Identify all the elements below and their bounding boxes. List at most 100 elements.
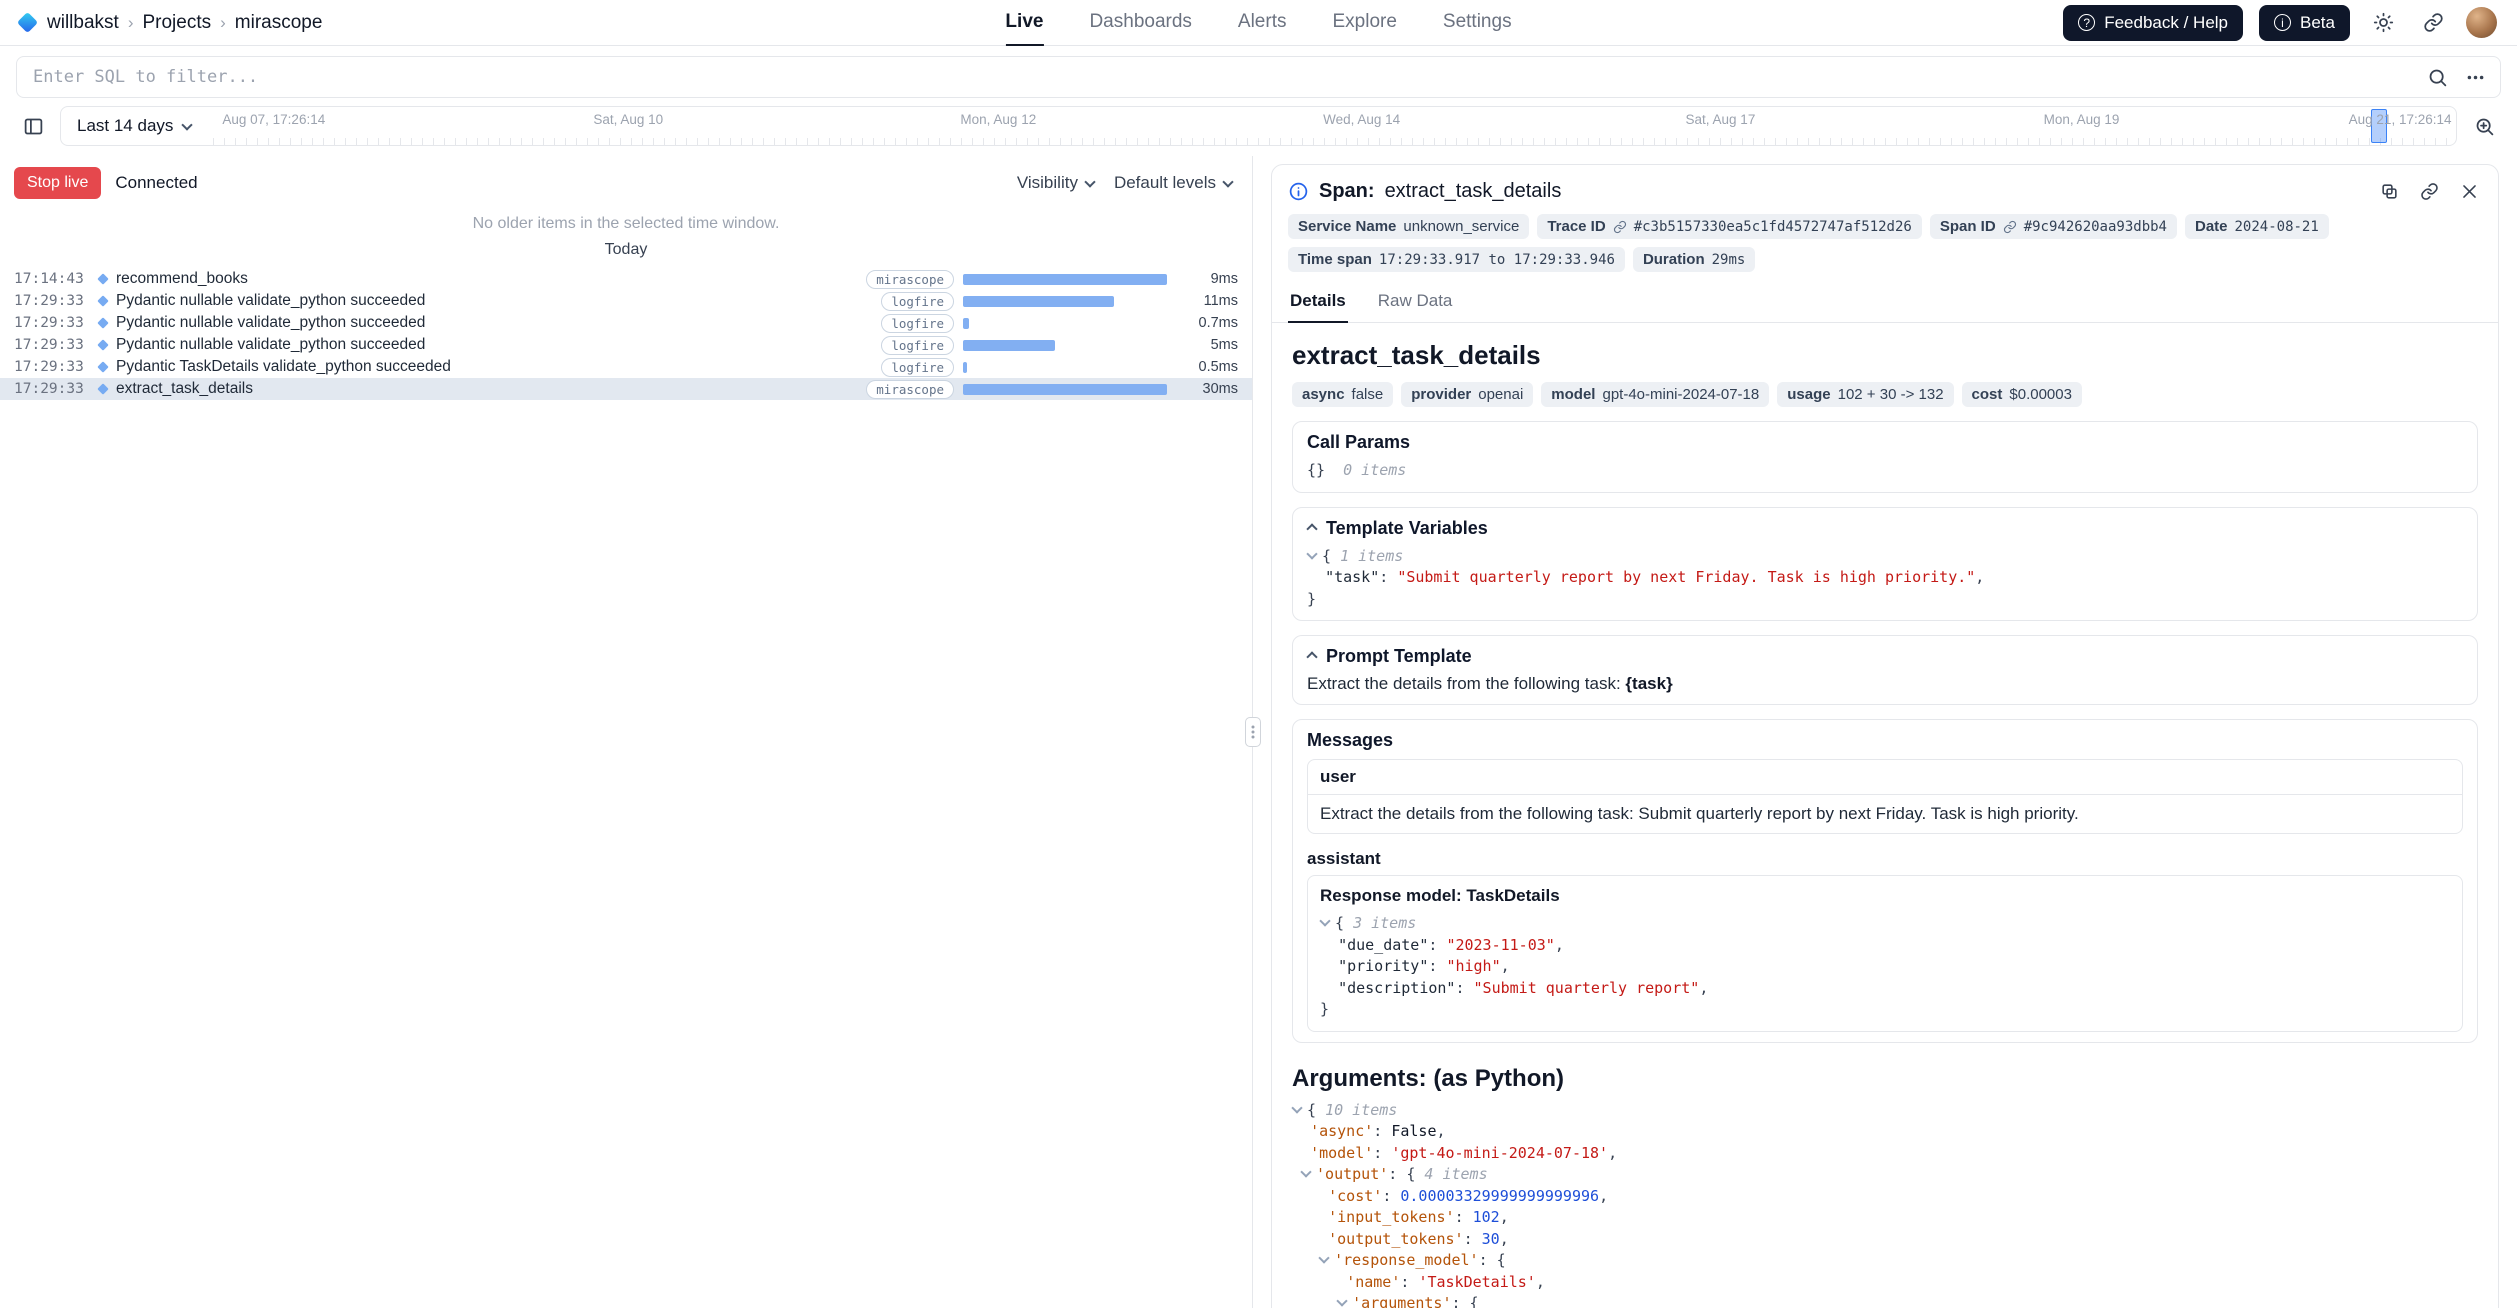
- link-icon: [2423, 12, 2444, 33]
- code-token: :: [1455, 979, 1473, 997]
- close-icon: [2460, 182, 2479, 201]
- share-link-button[interactable]: [2416, 6, 2450, 40]
- trace-row[interactable]: 17:29:33Pydantic nullable validate_pytho…: [0, 290, 1252, 312]
- code-line: "task": "Submit quarterly report by next…: [1307, 567, 2463, 589]
- span-title: extract_task_details: [1385, 180, 1562, 203]
- code-token: : {: [1388, 1165, 1424, 1183]
- row-duration: 0.7ms: [1182, 315, 1238, 331]
- levels-label: Default levels: [1114, 173, 1216, 193]
- prompt-template-body: Extract the details from the following t…: [1307, 674, 1625, 693]
- code-token: ,: [1437, 1122, 1446, 1140]
- code-token: [1292, 1122, 1310, 1140]
- code-token: [1292, 1251, 1319, 1269]
- code-token: ,: [1975, 568, 1984, 586]
- call-params-heading: Call Params: [1307, 432, 1410, 453]
- collapse-caret-icon[interactable]: [1291, 1102, 1302, 1113]
- code-token: [1320, 936, 1338, 954]
- scope-tag: mirascope: [866, 380, 954, 399]
- tab-raw-data[interactable]: Raw Data: [1376, 284, 1455, 323]
- code-line: { 10 items: [1292, 1100, 2478, 1122]
- trace-row[interactable]: 17:29:33Pydantic nullable validate_pytho…: [0, 312, 1252, 334]
- span-attr-chip: asyncfalse: [1292, 382, 1393, 407]
- trace-row[interactable]: 17:29:33extract_task_detailsmirascope30m…: [0, 378, 1252, 400]
- sidebar-toggle-button[interactable]: [16, 109, 50, 143]
- prompt-template-text: Extract the details from the following t…: [1307, 674, 2463, 694]
- help-circle-icon: ?: [2078, 14, 2095, 31]
- permalink-button[interactable]: [2416, 178, 2442, 204]
- code-token: False: [1391, 1122, 1436, 1140]
- chip-label: model: [1551, 386, 1595, 403]
- span-heading: extract_task_details: [1292, 340, 2478, 371]
- row-duration: 11ms: [1182, 293, 1238, 309]
- code-token: : {: [1479, 1251, 1506, 1269]
- stop-live-button[interactable]: Stop live: [14, 167, 101, 199]
- split-drag-handle[interactable]: [1245, 717, 1261, 747]
- row-timestamp: 17:29:33: [14, 381, 90, 397]
- drag-dots-icon: [1248, 725, 1258, 739]
- breadcrumb-item[interactable]: Projects: [142, 12, 211, 34]
- main-split: Stop live Connected Visibility Default l…: [0, 156, 2517, 1308]
- nav-item-alerts[interactable]: Alerts: [1238, 0, 1287, 46]
- breadcrumb-item[interactable]: mirascope: [235, 12, 323, 34]
- messages-heading: Messages: [1307, 730, 1393, 751]
- tab-details[interactable]: Details: [1288, 284, 1348, 323]
- collapse-caret-icon[interactable]: [1319, 915, 1330, 926]
- code-token: [1292, 1208, 1328, 1226]
- code-token: : {: [1452, 1294, 1479, 1308]
- template-variables-header[interactable]: Template Variables: [1307, 518, 2463, 539]
- code-line: 'output': { 4 items: [1292, 1164, 2478, 1186]
- timeline-track[interactable]: Aug 07, 17:26:14Sat, Aug 10Mon, Aug 12We…: [213, 107, 2456, 145]
- scope-tag: mirascope: [866, 270, 954, 289]
- collapse-caret-icon[interactable]: [1318, 1252, 1329, 1263]
- timeline-tick-label: Sat, Aug 10: [593, 112, 663, 127]
- code-line: "due_date": "2023-11-03",: [1320, 935, 2450, 957]
- collapse-caret-icon[interactable]: [1300, 1166, 1311, 1177]
- chip-label: async: [1302, 386, 1345, 403]
- chip-label: Span ID: [1940, 218, 1996, 235]
- code-token: 'name': [1346, 1273, 1400, 1291]
- close-panel-button[interactable]: [2456, 178, 2482, 204]
- feedback-help-button[interactable]: ? Feedback / Help: [2063, 5, 2243, 41]
- search-button[interactable]: [2420, 60, 2454, 94]
- info-icon: [1288, 181, 1309, 202]
- user-role-label: user: [1308, 760, 2462, 795]
- visibility-dropdown[interactable]: Visibility: [1017, 173, 1100, 193]
- user-message-text: Extract the details from the following t…: [1308, 795, 2462, 833]
- trace-row[interactable]: 17:29:33Pydantic nullable validate_pytho…: [0, 334, 1252, 356]
- nav-item-settings[interactable]: Settings: [1443, 0, 1512, 46]
- levels-dropdown[interactable]: Default levels: [1114, 173, 1238, 193]
- code-token: 'input_tokens': [1328, 1208, 1454, 1226]
- trace-row[interactable]: 17:29:33Pydantic TaskDetails validate_py…: [0, 356, 1252, 378]
- scope-tag: logfire: [881, 336, 954, 355]
- span-diamond-icon: [97, 339, 108, 350]
- prompt-template-heading: Prompt Template: [1326, 646, 1472, 667]
- app-logo-icon[interactable]: [17, 12, 38, 33]
- time-range-select[interactable]: Last 14 days: [61, 107, 213, 145]
- row-duration: 5ms: [1182, 337, 1238, 353]
- chip-value: 2024-08-21: [2235, 219, 2319, 235]
- chip-value: 102 + 30 -> 132: [1838, 386, 1944, 403]
- user-avatar[interactable]: [2466, 7, 2497, 38]
- beta-badge[interactable]: i Beta: [2259, 5, 2350, 41]
- prompt-template-header[interactable]: Prompt Template: [1307, 646, 2463, 667]
- primary-nav: Live Dashboards Alerts Explore Settings: [1005, 0, 1511, 45]
- span-detail-card: Span: extract_task_details: [1271, 164, 2499, 1308]
- nav-item-live[interactable]: Live: [1005, 0, 1043, 46]
- code-token: {: [1335, 914, 1353, 932]
- nav-item-explore[interactable]: Explore: [1332, 0, 1396, 46]
- chip-label: Duration: [1643, 251, 1705, 268]
- code-token: "task": [1325, 568, 1379, 586]
- filter-more-button[interactable]: [2458, 60, 2492, 94]
- row-duration: 0.5ms: [1182, 359, 1238, 375]
- collapse-caret-icon[interactable]: [1306, 548, 1317, 559]
- theme-toggle-button[interactable]: [2366, 6, 2400, 40]
- nav-item-dashboards[interactable]: Dashboards: [1089, 0, 1191, 46]
- code-token: 'async': [1310, 1122, 1373, 1140]
- sql-filter-input[interactable]: [17, 57, 2420, 97]
- copy-button[interactable]: [2376, 178, 2402, 204]
- code-token: :: [1382, 1187, 1400, 1205]
- breadcrumb-item[interactable]: willbakst: [47, 12, 119, 34]
- trace-row[interactable]: 17:14:43recommend_booksmirascope9ms: [0, 268, 1252, 290]
- collapse-caret-icon[interactable]: [1336, 1295, 1347, 1306]
- zoom-button[interactable]: [2467, 109, 2501, 143]
